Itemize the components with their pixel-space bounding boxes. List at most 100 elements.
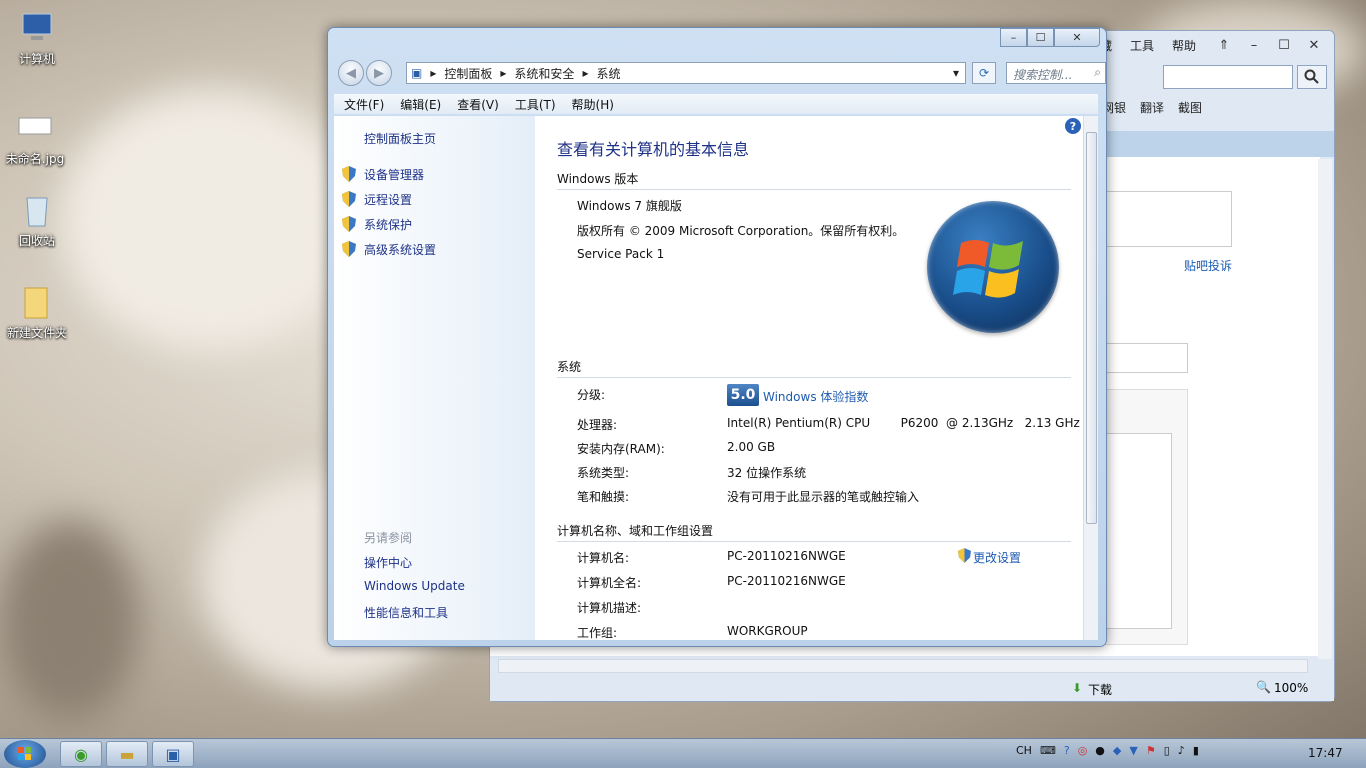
refresh-icon: ⟳ bbox=[978, 66, 990, 80]
flag-icon[interactable]: ⚑ bbox=[1146, 744, 1156, 757]
help-tray-icon[interactable]: ? bbox=[1064, 744, 1070, 757]
minimize-button[interactable]: – bbox=[1000, 28, 1027, 47]
keyboard-icon[interactable]: ⌨ bbox=[1040, 744, 1056, 757]
desktop-icon-label: 新建文件夹 bbox=[6, 326, 67, 340]
search-input[interactable]: 搜索控制... ⌕ bbox=[1006, 62, 1106, 84]
security-tray-icon[interactable]: ◎ bbox=[1078, 744, 1088, 757]
window-body: 控制面板主页 设备管理器 远程设置 系统保护 高级系统设置 另请参阅 操作中心 … bbox=[334, 116, 1098, 640]
desktop-icon-computer[interactable]: 计算机 bbox=[2, 10, 72, 67]
shield-tray-icon[interactable]: ◆ bbox=[1113, 744, 1121, 757]
maximize-button[interactable]: ☐ bbox=[1027, 28, 1054, 47]
pen-touch-label: 笔和触摸: bbox=[577, 490, 630, 504]
desktop-icon-label: 计算机 bbox=[18, 52, 55, 66]
menu-file[interactable]: 文件(F) bbox=[344, 96, 384, 113]
menu-edit[interactable]: 编辑(E) bbox=[400, 96, 441, 113]
image-file-icon bbox=[17, 110, 53, 146]
refresh-button[interactable]: ⟳ bbox=[972, 62, 996, 84]
computer-name-label: 计算机名: bbox=[577, 551, 630, 565]
taskbar-browser-button[interactable]: ◉ bbox=[60, 741, 102, 767]
browser-horizontal-scrollbar[interactable] bbox=[498, 659, 1308, 673]
right-pane: ? 查看有关计算机的基本信息 Windows 版本 Windows 7 旗舰版 … bbox=[535, 116, 1083, 640]
remote-settings-link[interactable]: 远程设置 bbox=[364, 191, 412, 208]
forward-button[interactable]: ▶ bbox=[366, 60, 392, 86]
browser-menu-item[interactable]: 工具 bbox=[1130, 37, 1154, 54]
browser-toolbar: 网银 翻译 截图 bbox=[1102, 99, 1202, 116]
browser-vertical-scrollbar[interactable] bbox=[1318, 159, 1332, 659]
browser-close-button[interactable]: ✕ bbox=[1300, 35, 1328, 55]
taskbar-clock[interactable]: 17:47 bbox=[1308, 746, 1343, 760]
rating-label: 分级: bbox=[577, 388, 606, 402]
desktop-icon-recycle-bin[interactable]: 回收站 bbox=[2, 192, 72, 249]
browser-window-controls: ⇑ – ☐ ✕ bbox=[1210, 35, 1328, 55]
windows-start-icon bbox=[18, 747, 31, 760]
wallpaper-blob bbox=[0, 520, 140, 720]
wallpaper-blob bbox=[60, 90, 360, 350]
device-manager-link[interactable]: 设备管理器 bbox=[364, 166, 424, 183]
back-button[interactable]: ◀ bbox=[338, 60, 364, 86]
guard-tray-icon[interactable]: ▼ bbox=[1129, 744, 1137, 757]
ram-label: 安装内存(RAM): bbox=[577, 442, 665, 456]
system-type-value: 32 位操作系统 bbox=[727, 466, 807, 480]
usb-icon[interactable]: ▯ bbox=[1164, 744, 1170, 757]
performance-info-link[interactable]: 性能信息和工具 bbox=[364, 604, 448, 621]
scrollbar-thumb[interactable] bbox=[1086, 132, 1097, 524]
system-tray: CH ⌨ ? ◎ ● ◆ ▼ ⚑ ▯ ♪ ▮ bbox=[1016, 744, 1199, 757]
browser-pin-icon[interactable]: ⇑ bbox=[1210, 35, 1238, 55]
see-also-title: 另请参阅 bbox=[364, 531, 413, 545]
system-protection-link[interactable]: 系统保护 bbox=[364, 216, 412, 233]
browser-toolbar-translate[interactable]: 翻译 bbox=[1140, 99, 1164, 116]
shield-icon bbox=[958, 548, 971, 563]
navigation-bar: ◀ ▶ ▣ ▸ 控制面板 ▸ 系统和安全 ▸ 系统 ▾ ⟳ 搜索控制... ⌕ bbox=[336, 60, 1106, 86]
taskbar-explorer-button[interactable]: ▬ bbox=[106, 741, 148, 767]
browser-status-download[interactable]: 下载 bbox=[1088, 681, 1112, 698]
language-indicator[interactable]: CH bbox=[1016, 744, 1032, 757]
advanced-system-settings-link[interactable]: 高级系统设置 bbox=[364, 241, 436, 258]
start-button[interactable] bbox=[4, 740, 46, 768]
volume-icon[interactable]: ♪ bbox=[1178, 744, 1185, 757]
service-pack-text: Service Pack 1 bbox=[577, 247, 665, 261]
shield-icon bbox=[342, 166, 356, 182]
desktop-icon-image[interactable]: 未命名.jpg bbox=[0, 110, 70, 167]
browser-icon: ◉ bbox=[74, 744, 88, 764]
browser-toolbar-screenshot[interactable]: 截图 bbox=[1178, 99, 1202, 116]
full-name-value: PC-20110216NWGE bbox=[727, 574, 846, 588]
chevron-down-icon[interactable]: ▾ bbox=[953, 66, 959, 80]
breadcrumb-item[interactable]: 系统 bbox=[596, 65, 620, 82]
menu-tools[interactable]: 工具(T) bbox=[515, 96, 556, 113]
system-window[interactable]: – ☐ ✕ ◀ ▶ ▣ ▸ 控制面板 ▸ 系统和安全 ▸ 系统 ▾ ⟳ 搜索控制… bbox=[327, 27, 1107, 647]
menu-help[interactable]: 帮助(H) bbox=[572, 96, 614, 113]
browser-maximize-button[interactable]: ☐ bbox=[1270, 35, 1298, 55]
change-settings-link[interactable]: 更改设置 bbox=[973, 549, 1021, 566]
close-button[interactable]: ✕ bbox=[1054, 28, 1100, 47]
control-panel-home-link[interactable]: 控制面板主页 bbox=[364, 130, 436, 147]
desktop-icon-label: 回收站 bbox=[18, 234, 55, 248]
browser-search-button[interactable] bbox=[1297, 65, 1327, 89]
browser-minimize-button[interactable]: – bbox=[1240, 35, 1268, 55]
browser-menu-item[interactable]: 帮助 bbox=[1172, 37, 1196, 54]
help-icon[interactable]: ? bbox=[1065, 118, 1081, 134]
vertical-scrollbar[interactable] bbox=[1083, 116, 1098, 640]
breadcrumb-item[interactable]: 控制面板 bbox=[444, 65, 492, 82]
breadcrumb[interactable]: ▣ ▸ 控制面板 ▸ 系统和安全 ▸ 系统 ▾ bbox=[406, 62, 966, 84]
experience-index-link[interactable]: Windows 体验指数 bbox=[763, 388, 868, 405]
desktop-icon-folder[interactable]: 新建文件夹 bbox=[2, 284, 72, 341]
windows-logo bbox=[927, 201, 1059, 333]
breadcrumb-item[interactable]: 系统和安全 bbox=[514, 65, 574, 82]
workgroup-value: WORKGROUP bbox=[727, 624, 808, 638]
computer-icon bbox=[19, 10, 55, 46]
browser-search-input[interactable] bbox=[1163, 65, 1293, 89]
taskbar-control-panel-button[interactable]: ▣ bbox=[152, 741, 194, 767]
menu-view[interactable]: 查看(V) bbox=[457, 96, 499, 113]
qq-icon[interactable]: ● bbox=[1095, 744, 1105, 757]
search-icon bbox=[1304, 69, 1319, 84]
shield-icon bbox=[342, 216, 356, 232]
browser-zoom-level[interactable]: 100% bbox=[1274, 681, 1308, 695]
control-panel-icon: ▣ bbox=[411, 66, 423, 80]
windows-update-link[interactable]: Windows Update bbox=[364, 579, 465, 593]
processor-value: Intel(R) Pentium(R) CPU P6200 @ 2.13GHz … bbox=[727, 416, 1080, 430]
browser-link-report[interactable]: 贴吧投诉 bbox=[1184, 257, 1232, 274]
action-center-link[interactable]: 操作中心 bbox=[364, 554, 412, 571]
processor-label: 处理器: bbox=[577, 418, 618, 432]
window-controls: – ☐ ✕ bbox=[1000, 28, 1100, 47]
network-icon[interactable]: ▮ bbox=[1193, 744, 1199, 757]
